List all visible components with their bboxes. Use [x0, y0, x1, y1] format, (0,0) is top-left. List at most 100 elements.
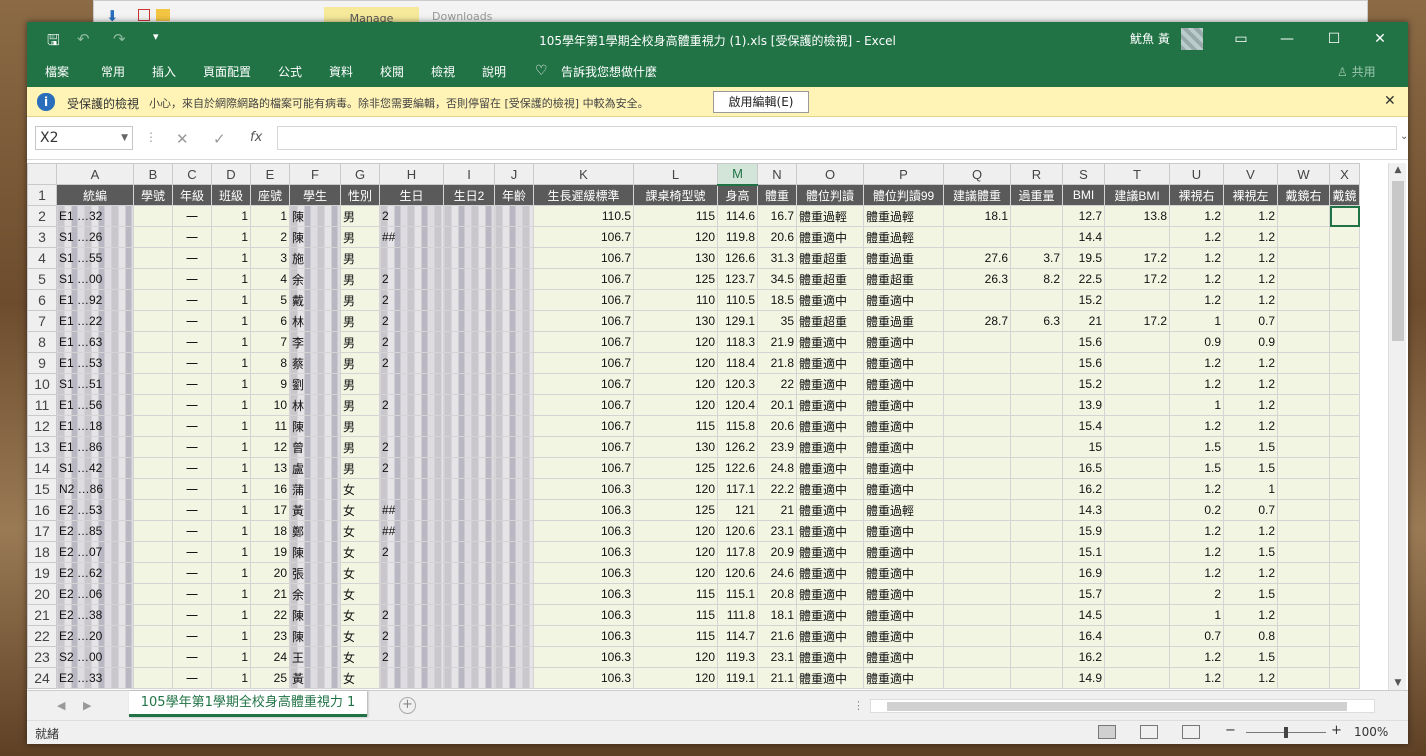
cancel-icon[interactable]: ✕ [176, 130, 189, 148]
cell[interactable]: 20.1 [757, 394, 797, 416]
cell[interactable] [1010, 541, 1063, 563]
tab-help[interactable]: 說明 [482, 63, 506, 80]
cell[interactable]: 體重適中 [863, 289, 944, 311]
tab-view[interactable]: 檢視 [431, 63, 455, 80]
cell[interactable]: 125 [633, 268, 718, 290]
cell[interactable]: 120 [633, 667, 718, 689]
cell[interactable]: 體位判讀 [796, 184, 864, 206]
cell[interactable]: 1 [211, 205, 251, 227]
column-header[interactable]: P [863, 163, 944, 185]
cell[interactable] [133, 604, 173, 626]
cell[interactable]: E1 …92 [56, 289, 134, 311]
cell[interactable]: 16.9 [1062, 562, 1105, 584]
cell[interactable] [133, 562, 173, 584]
column-header[interactable]: Q [943, 163, 1011, 185]
cell[interactable]: 2 [379, 394, 444, 416]
cell[interactable]: 體重適中 [796, 373, 864, 395]
cell[interactable]: 115 [633, 415, 718, 437]
cell[interactable] [1010, 436, 1063, 458]
cell[interactable]: 陳 [289, 226, 341, 248]
cell[interactable] [133, 583, 173, 605]
cell[interactable] [443, 226, 495, 248]
cell[interactable]: 戴 [289, 289, 341, 311]
cell[interactable]: 2 [379, 646, 444, 668]
zoom-in-icon[interactable]: + [1331, 723, 1342, 738]
cell[interactable] [1104, 394, 1170, 416]
cell[interactable] [494, 331, 534, 353]
cell[interactable]: 學號 [133, 184, 173, 206]
cell[interactable] [1104, 667, 1170, 689]
user-name[interactable]: 魷魚 黃 [1130, 30, 1170, 47]
cell[interactable]: 0.8 [1223, 625, 1278, 647]
cell[interactable]: 0.7 [1223, 499, 1278, 521]
column-header[interactable]: F [289, 163, 341, 185]
cell[interactable]: 1 [211, 625, 251, 647]
cell[interactable]: 22 [250, 604, 290, 626]
cell[interactable]: 122.6 [717, 457, 758, 479]
cell[interactable]: BMI [1062, 184, 1105, 206]
row-header[interactable]: 2 [27, 205, 57, 227]
cell[interactable] [1329, 604, 1360, 626]
cell[interactable] [133, 541, 173, 563]
cell[interactable]: 1 [211, 583, 251, 605]
cell[interactable]: 20 [250, 562, 290, 584]
cell[interactable]: 1.2 [1223, 268, 1278, 290]
row-header[interactable]: 17 [27, 520, 57, 542]
cell[interactable] [1277, 478, 1330, 500]
row-header[interactable]: 11 [27, 394, 57, 416]
cell[interactable] [379, 562, 444, 584]
chevron-down-icon[interactable]: ▼ [121, 127, 128, 149]
cell[interactable] [1104, 562, 1170, 584]
cell[interactable]: 戴鏡右 [1277, 184, 1330, 206]
minimize-button[interactable]: — [1267, 26, 1307, 52]
cell[interactable]: 蔡 [289, 352, 341, 374]
cell[interactable]: 106.3 [533, 520, 634, 542]
cell[interactable]: 110 [633, 289, 718, 311]
row-header[interactable]: 23 [27, 646, 57, 668]
cell[interactable] [1010, 562, 1063, 584]
cell[interactable]: 26.3 [943, 268, 1011, 290]
cell[interactable]: 體重適中 [796, 667, 864, 689]
cell[interactable] [1104, 289, 1170, 311]
cell[interactable] [943, 583, 1011, 605]
cell[interactable]: 1.2 [1169, 646, 1224, 668]
cell[interactable]: 一 [172, 436, 212, 458]
cell[interactable]: 體重適中 [796, 562, 864, 584]
cell[interactable] [1329, 352, 1360, 374]
cell[interactable]: 34.5 [757, 268, 797, 290]
cell[interactable]: 1 [211, 289, 251, 311]
cell[interactable]: 0.9 [1169, 331, 1224, 353]
cell[interactable] [943, 604, 1011, 626]
cell[interactable]: 117.1 [717, 478, 758, 500]
cell[interactable]: E2 …06 [56, 583, 134, 605]
cell[interactable]: 1 [211, 604, 251, 626]
cell[interactable] [1010, 415, 1063, 437]
cell[interactable] [1329, 394, 1360, 416]
column-header[interactable]: O [796, 163, 864, 185]
cell[interactable] [494, 226, 534, 248]
cell[interactable] [1329, 268, 1360, 290]
cell[interactable]: 129.1 [717, 310, 758, 332]
column-header[interactable]: E [250, 163, 290, 185]
tab-review[interactable]: 校閱 [380, 63, 404, 80]
cell[interactable]: 2 [379, 268, 444, 290]
sheet-tab[interactable]: 105學年第1學期全校身高體重視力 1 [129, 691, 367, 717]
cell[interactable]: 18.5 [757, 289, 797, 311]
cell[interactable] [443, 625, 495, 647]
cell[interactable]: 體重適中 [863, 478, 944, 500]
cell[interactable]: 戴鏡 [1329, 184, 1360, 206]
cell[interactable]: 0.9 [1223, 331, 1278, 353]
column-header[interactable]: G [340, 163, 380, 185]
cell[interactable]: 24.6 [757, 562, 797, 584]
cell[interactable]: 17.2 [1104, 268, 1170, 290]
cell[interactable] [1277, 268, 1330, 290]
cell[interactable]: 男 [340, 415, 380, 437]
cell[interactable]: 22.5 [1062, 268, 1105, 290]
cell[interactable]: 女 [340, 583, 380, 605]
cell[interactable] [1329, 415, 1360, 437]
cell[interactable]: 體重適中 [796, 625, 864, 647]
cell[interactable]: 黃 [289, 667, 341, 689]
cell[interactable]: 115 [633, 625, 718, 647]
column-header[interactable]: B [133, 163, 173, 185]
cell[interactable] [443, 646, 495, 668]
